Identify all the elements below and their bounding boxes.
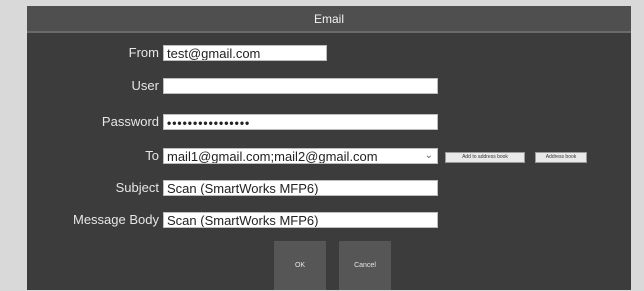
dialog-title: Email: [27, 6, 631, 31]
from-label: From: [128, 45, 159, 60]
ok-button[interactable]: OK: [274, 241, 326, 290]
subject-field[interactable]: Scan (SmartWorks MFP6): [163, 180, 438, 196]
from-field[interactable]: test@gmail.com: [163, 45, 327, 61]
cancel-button[interactable]: Cancel: [339, 241, 391, 290]
chevron-down-icon[interactable]: ⌄: [425, 149, 433, 163]
title-divider: [27, 31, 631, 33]
add-to-address-book-button[interactable]: Add to address book: [445, 152, 525, 163]
message-body-field[interactable]: Scan (SmartWorks MFP6): [163, 212, 438, 228]
user-label: User: [131, 78, 159, 93]
email-dialog: Email From test@gmail.com User Password …: [27, 6, 631, 290]
subject-label: Subject: [115, 180, 159, 195]
message-body-label: Message Body: [73, 212, 159, 227]
password-field[interactable]: ••••••••••••••••: [163, 114, 438, 130]
password-label: Password: [101, 114, 159, 129]
to-field[interactable]: mail1@gmail.com;mail2@gmail.com ⌄: [163, 148, 438, 164]
address-book-button[interactable]: Address book: [535, 152, 587, 163]
user-field[interactable]: [163, 78, 438, 94]
to-label: To: [145, 148, 159, 163]
to-value: mail1@gmail.com;mail2@gmail.com: [167, 149, 378, 164]
